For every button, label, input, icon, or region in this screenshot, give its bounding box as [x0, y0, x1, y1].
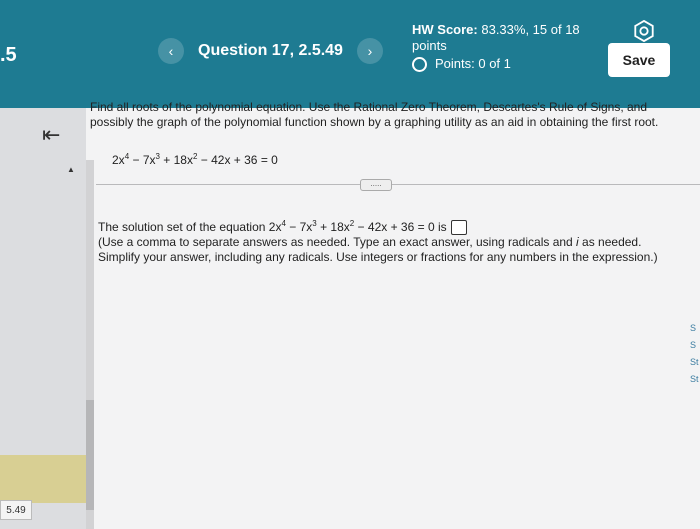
section-number: .5 [0, 44, 17, 66]
question-list-item[interactable]: 5.49 [0, 500, 32, 520]
edge-link[interactable]: S [690, 337, 699, 354]
edge-link[interactable]: S [690, 320, 699, 337]
ans-term: + 18x [316, 220, 350, 234]
eq-term: 2x [112, 153, 125, 167]
scroll-up-icon[interactable]: ▲ [67, 165, 75, 174]
hw-score-unit: points [412, 38, 447, 53]
points-text: Points: 0 of 1 [435, 56, 511, 71]
answer-section: The solution set of the equation 2x4 − 7… [98, 216, 678, 265]
ans-term: − 7x [285, 220, 313, 234]
hw-score-value: 83.33%, 15 of 18 [481, 22, 580, 37]
question-instructions: Find all roots of the polynomial equatio… [90, 100, 659, 129]
polynomial-equation: 2x4 − 7x3 + 18x2 − 42x + 36 = 0 [112, 152, 278, 167]
progress-circle-icon [412, 56, 427, 72]
question-title: Question 17, 2.5.49 [198, 42, 343, 59]
hw-score: HW Score: 83.33%, 15 of 18 points Points… [412, 22, 580, 72]
header-bar: .5 ‹ Question 17, 2.5.49 › HW Score: 83.… [0, 0, 700, 108]
question-nav: ‹ Question 17, 2.5.49 › [158, 38, 383, 64]
answer-note: (Use a comma to separate answers as need… [98, 235, 678, 265]
ans-term: − 42x + 36 = 0 is [354, 220, 447, 234]
prev-question-button[interactable]: ‹ [158, 38, 184, 64]
ans-term: The solution set of the equation 2x [98, 220, 282, 234]
expand-dots-button[interactable]: ..... [360, 179, 392, 191]
question-panel [86, 108, 700, 529]
answer-prompt: The solution set of the equation 2x4 − 7… [98, 216, 678, 236]
note-text: (Use a comma to separate answers as need… [98, 235, 577, 250]
collapse-panel-icon[interactable]: ⇤ [42, 122, 60, 148]
scrollbar[interactable] [86, 160, 94, 529]
points-row: Points: 0 of 1 [412, 56, 580, 72]
selected-question-highlight[interactable] [0, 455, 90, 503]
edge-link[interactable]: St [690, 354, 699, 371]
eq-term: + 18x [159, 153, 193, 167]
section-divider [96, 184, 700, 185]
settings-gear-icon[interactable] [633, 20, 655, 42]
edge-link[interactable]: St [690, 371, 699, 388]
right-edge-links: S S St St [690, 320, 699, 388]
save-button[interactable]: Save [608, 43, 670, 77]
eq-term: − 42x + 36 = 0 [197, 153, 278, 167]
next-question-button[interactable]: › [356, 38, 383, 64]
answer-input[interactable] [450, 220, 467, 236]
eq-term: − 7x [129, 153, 156, 167]
hw-score-label: HW Score: [412, 22, 478, 37]
scrollbar-thumb[interactable] [86, 400, 94, 510]
